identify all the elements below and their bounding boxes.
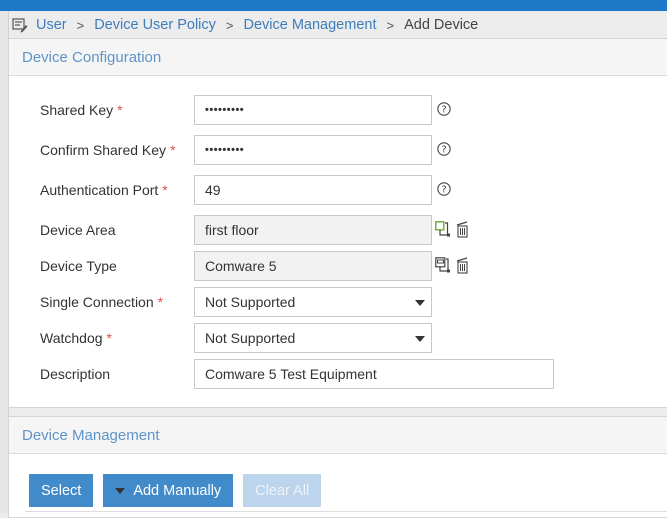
shared-key-label: Shared Key * bbox=[40, 102, 123, 118]
breadcrumb-device-management[interactable]: Device Management bbox=[243, 17, 376, 33]
add-manually-button[interactable]: Add Manually bbox=[103, 474, 234, 507]
panel-title: Device Configuration bbox=[9, 39, 667, 76]
caret-down-icon bbox=[115, 487, 126, 494]
device-area-row: Device Area first floor bbox=[9, 215, 667, 245]
delete-icon[interactable] bbox=[455, 221, 470, 238]
breadcrumb-separator: > bbox=[76, 17, 85, 33]
single-connection-label: Single Connection * bbox=[40, 294, 164, 310]
description-input[interactable]: Comware 5 Test Equipment bbox=[194, 359, 554, 389]
device-configuration-panel: Device Configuration Shared Key * •••••••… bbox=[8, 38, 667, 408]
device-type-label: Device Type bbox=[40, 258, 117, 274]
svg-text:?: ? bbox=[441, 185, 446, 196]
watchdog-row: Watchdog * Not Supported bbox=[9, 323, 667, 353]
svg-text:?: ? bbox=[441, 145, 446, 156]
breadcrumb-user[interactable]: User bbox=[36, 17, 67, 33]
select-area-icon[interactable] bbox=[435, 221, 452, 238]
svg-text:?: ? bbox=[441, 105, 446, 116]
breadcrumb-current: Add Device bbox=[404, 17, 479, 33]
breadcrumb-device-user-policy[interactable]: Device User Policy bbox=[94, 17, 216, 33]
watchdog-select[interactable]: Not Supported bbox=[194, 323, 432, 353]
device-management-panel: Device Management Select Add Manually Cl… bbox=[8, 416, 667, 518]
add-manually-label: Add Manually bbox=[133, 482, 222, 499]
delete-icon[interactable] bbox=[455, 257, 470, 274]
watchdog-value: Not Supported bbox=[205, 330, 296, 346]
required-marker: * bbox=[117, 102, 123, 118]
panel-title: Device Management bbox=[9, 417, 667, 454]
single-connection-value: Not Supported bbox=[205, 294, 296, 310]
required-marker: * bbox=[106, 330, 112, 346]
device-area-input[interactable]: first floor bbox=[194, 215, 432, 245]
shared-key-row: Shared Key * ••••••••• ? bbox=[9, 95, 667, 125]
select-type-icon[interactable] bbox=[435, 257, 452, 274]
auth-port-row: Authentication Port * 49 ? bbox=[9, 175, 667, 205]
auth-port-label: Authentication Port * bbox=[40, 182, 168, 198]
select-button[interactable]: Select bbox=[29, 474, 94, 507]
table-top-border bbox=[25, 511, 667, 512]
description-label: Description bbox=[40, 366, 111, 382]
description-row: Description Comware 5 Test Equipment bbox=[9, 359, 667, 389]
help-icon[interactable]: ? bbox=[437, 102, 451, 116]
single-connection-select[interactable]: Not Supported bbox=[194, 287, 432, 317]
breadcrumb: User > Device User Policy > Device Manag… bbox=[12, 11, 478, 39]
help-icon[interactable]: ? bbox=[437, 142, 451, 156]
device-area-label: Device Area bbox=[40, 222, 116, 238]
confirm-shared-key-input[interactable]: ••••••••• bbox=[194, 135, 432, 165]
required-marker: * bbox=[162, 182, 168, 198]
device-type-input[interactable]: Comware 5 bbox=[194, 251, 432, 281]
required-marker: * bbox=[170, 142, 176, 158]
edit-list-icon bbox=[12, 18, 28, 33]
shared-key-input[interactable]: ••••••••• bbox=[194, 95, 432, 125]
chevron-down-icon bbox=[415, 300, 425, 306]
breadcrumb-separator: > bbox=[225, 17, 234, 33]
device-management-toolbar: Select Add Manually Clear All bbox=[29, 474, 322, 507]
required-marker: * bbox=[157, 294, 164, 310]
help-icon[interactable]: ? bbox=[437, 182, 451, 196]
chevron-down-icon bbox=[415, 336, 425, 342]
top-bar bbox=[0, 0, 667, 11]
watchdog-label: Watchdog * bbox=[40, 330, 112, 346]
clear-all-button: Clear All bbox=[243, 474, 322, 507]
confirm-shared-key-row: Confirm Shared Key * ••••••••• ? bbox=[9, 135, 667, 165]
confirm-shared-key-label: Confirm Shared Key * bbox=[40, 142, 176, 158]
auth-port-input[interactable]: 49 bbox=[194, 175, 432, 205]
device-type-row: Device Type Comware 5 bbox=[9, 251, 667, 281]
breadcrumb-separator: > bbox=[386, 17, 395, 33]
single-connection-row: Single Connection * Not Supported bbox=[9, 287, 667, 317]
